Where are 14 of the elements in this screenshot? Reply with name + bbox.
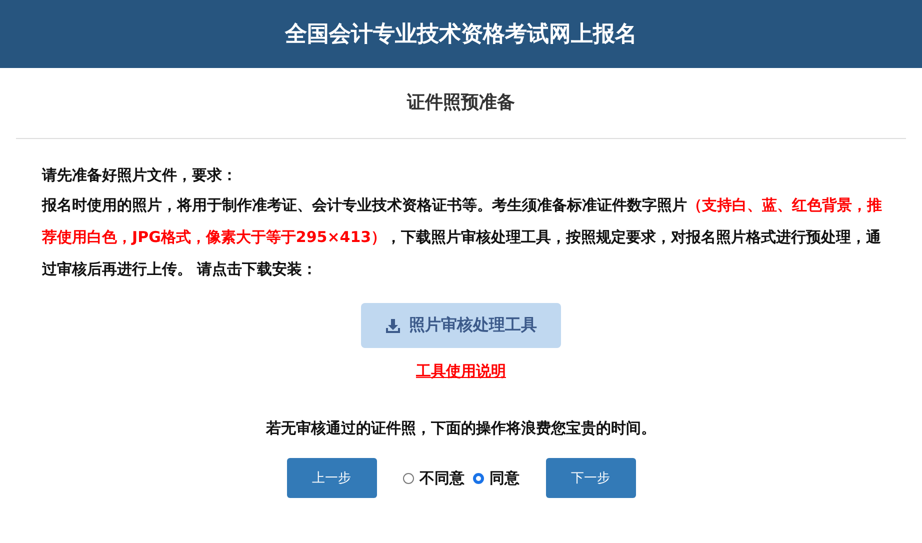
site-title: 全国会计专业技术资格考试网上报名 [285, 21, 637, 49]
next-button[interactable]: 下一步 [546, 458, 636, 498]
radio-label[interactable]: 不同意 [420, 468, 464, 488]
download-icon [385, 318, 401, 334]
previous-button[interactable]: 上一步 [286, 458, 376, 498]
page-title: 证件照预准备 [16, 68, 906, 139]
download-button[interactable]: 照片审核处理工具 [361, 303, 561, 348]
help-link[interactable]: 工具使用说明 [416, 362, 506, 381]
requirements-text: 报名时使用的照片，将用于制作准考证、会计专业技术资格证书等。考生须准备标准证件数字照片（支持白、蓝、红色背景，推荐使用白色，JPG格式，像素大于等于295×413），下载照片审核处理工具，按照规定要求，对报名照片格式进行预处理，通过审核后再进行上传。 请点击下载安装： [42, 195, 883, 280]
requirements-heading: 请先准备好照片文件，要求： [42, 165, 238, 186]
radio-button[interactable] [402, 472, 414, 484]
radio-button[interactable] [472, 472, 484, 484]
warning-text: 若无审核通过的证件照，下面的操作将浪费您宝贵的时间。 [266, 419, 656, 438]
radio-label[interactable]: 同意 [490, 468, 520, 488]
